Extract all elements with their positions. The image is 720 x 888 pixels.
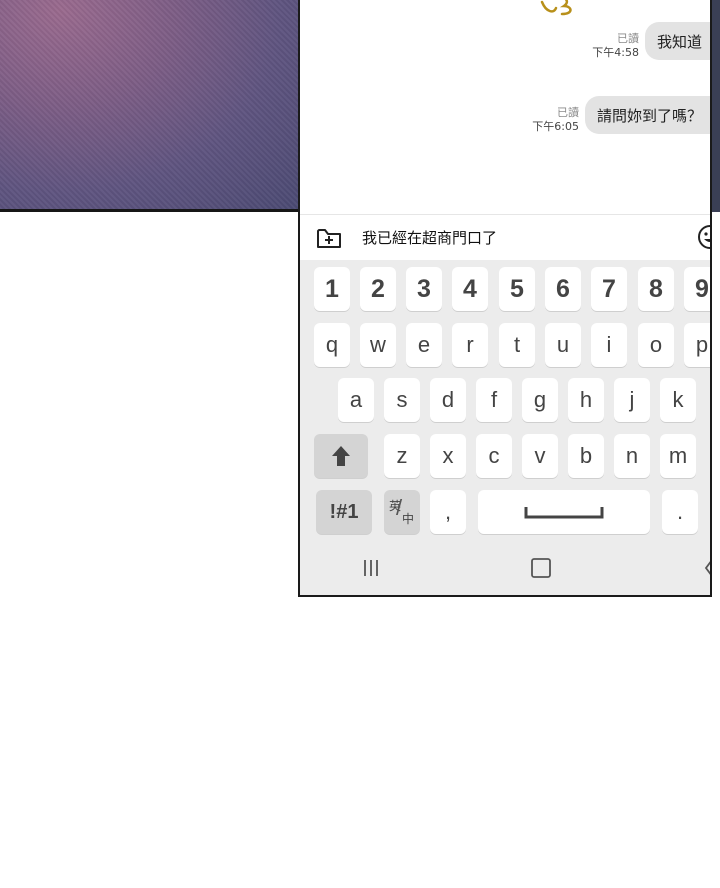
chat-message: 已讀 下午6:05 請問妳到了嗎？ [532, 96, 710, 134]
message-time: 下午4:58 [592, 46, 639, 59]
key-1[interactable]: 1 [314, 267, 350, 311]
key-p[interactable]: p [684, 323, 710, 367]
key-a[interactable]: a [338, 378, 374, 422]
key-5[interactable]: 5 [499, 267, 535, 311]
key-h[interactable]: h [568, 378, 604, 422]
period-key[interactable]: . [662, 490, 698, 534]
space-key[interactable] [478, 490, 650, 534]
space-bar-icon [524, 507, 604, 519]
message-meta: 已讀 下午4:58 [592, 32, 639, 60]
language-switch-key[interactable]: 英 / 中 [384, 490, 420, 534]
read-receipt: 已讀 [556, 106, 579, 119]
key-r[interactable]: r [452, 323, 488, 367]
key-n[interactable]: n [614, 434, 650, 478]
folder-plus-icon[interactable] [314, 223, 344, 253]
key-m[interactable]: m [660, 434, 696, 478]
recent-apps-icon[interactable] [362, 558, 380, 578]
system-nav-bar [300, 542, 712, 595]
shift-arrow-icon [332, 446, 350, 466]
key-4[interactable]: 4 [452, 267, 488, 311]
key-d[interactable]: d [430, 378, 466, 422]
key-9[interactable]: 9 [684, 267, 710, 311]
message-input-bar: 我已經在超商門口了 [300, 214, 710, 261]
phone-screen: 已讀 下午4:58 我知道 已讀 下午6:05 請問妳到了嗎？ 我已經在超商門口… [298, 0, 712, 597]
key-6[interactable]: 6 [545, 267, 581, 311]
shift-key[interactable] [314, 434, 368, 478]
chat-message: 已讀 下午4:58 我知道 [592, 22, 710, 60]
key-k[interactable]: k [660, 378, 696, 422]
key-f[interactable]: f [476, 378, 512, 422]
key-v[interactable]: v [522, 434, 558, 478]
key-z[interactable]: z [384, 434, 420, 478]
home-icon[interactable] [530, 557, 552, 579]
message-meta: 已讀 下午6:05 [532, 106, 579, 134]
key-i[interactable]: i [591, 323, 627, 367]
key-x[interactable]: x [430, 434, 466, 478]
key-s[interactable]: s [384, 378, 420, 422]
message-input[interactable]: 我已經在超商門口了 [362, 227, 497, 248]
key-t[interactable]: t [499, 323, 535, 367]
message-bubble[interactable]: 我知道 [644, 22, 710, 60]
key-w[interactable]: w [360, 323, 396, 367]
key-o[interactable]: o [638, 323, 674, 367]
key-q[interactable]: q [314, 323, 350, 367]
panel-edge [712, 0, 720, 212]
key-e[interactable]: e [406, 323, 442, 367]
panel-texture [0, 0, 300, 209]
doodle-sticker [540, 0, 572, 16]
on-screen-keyboard: 1 2 3 4 5 6 7 8 9 q w e r t u i o p a s … [300, 260, 712, 595]
key-2[interactable]: 2 [360, 267, 396, 311]
comma-key[interactable]: , [430, 490, 466, 534]
key-3[interactable]: 3 [406, 267, 442, 311]
back-icon[interactable] [704, 558, 712, 578]
illustration-panel [0, 0, 300, 212]
key-8[interactable]: 8 [638, 267, 674, 311]
key-b[interactable]: b [568, 434, 604, 478]
key-g[interactable]: g [522, 378, 558, 422]
chat-area: 已讀 下午4:58 我知道 已讀 下午6:05 請問妳到了嗎？ [300, 0, 710, 212]
read-receipt: 已讀 [616, 32, 639, 45]
symbols-key[interactable]: !#1 [316, 490, 372, 534]
message-bubble[interactable]: 請問妳到了嗎？ [584, 96, 710, 134]
smiley-icon[interactable] [696, 223, 712, 251]
message-time: 下午6:05 [532, 120, 579, 133]
key-7[interactable]: 7 [591, 267, 627, 311]
key-j[interactable]: j [614, 378, 650, 422]
lang-bottom-label: 中 [402, 512, 415, 526]
key-c[interactable]: c [476, 434, 512, 478]
key-u[interactable]: u [545, 323, 581, 367]
